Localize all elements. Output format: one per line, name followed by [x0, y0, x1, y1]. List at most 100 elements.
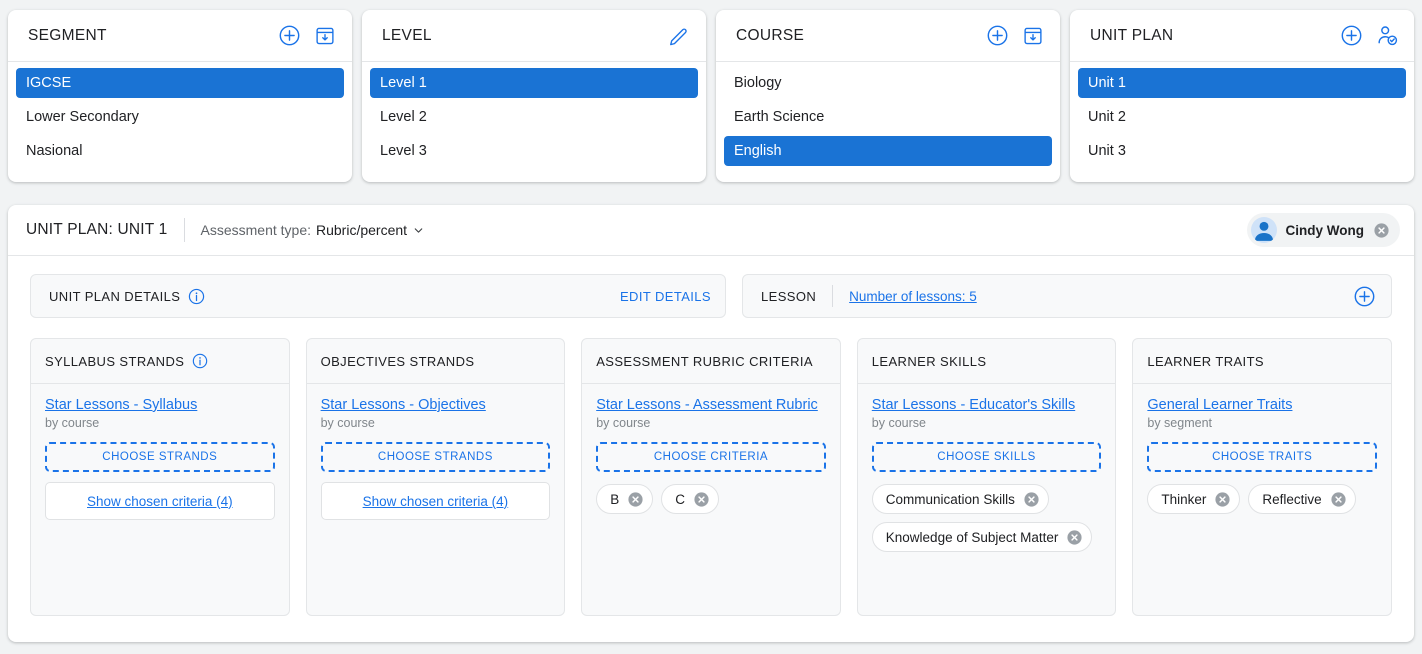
source-scope-label: by segment [1147, 416, 1212, 430]
edit-details-button[interactable]: EDIT DETAILS [620, 289, 711, 304]
criteria-column-title: LEARNER SKILLS [871, 353, 987, 369]
assessment-type-label: Assessment type: [200, 222, 312, 238]
list-item[interactable]: Nasional [16, 136, 344, 166]
chip-label: Knowledge of Subject Matter [885, 529, 1059, 545]
list-item[interactable]: English [724, 136, 1052, 166]
chip: Reflective [1248, 484, 1356, 514]
selector-card-header: UNIT PLAN [1070, 10, 1414, 62]
selector-card-title: UNIT PLAN [1090, 26, 1174, 44]
list-item[interactable]: Level 2 [370, 102, 698, 132]
criteria-column-title: SYLLABUS STRANDS [45, 353, 185, 369]
lesson-bar: LESSON Number of lessons: 5 [742, 274, 1392, 318]
selector-card-title: LEVEL [382, 26, 432, 44]
add-icon[interactable] [1338, 23, 1364, 49]
list-item[interactable]: Level 1 [370, 68, 698, 98]
lesson-divider [832, 285, 834, 307]
chip-label: Communication Skills [885, 491, 1015, 507]
criteria-column-header: OBJECTIVES STRANDS [306, 339, 565, 384]
info-icon[interactable] [192, 353, 208, 369]
unit-plan-details-label: UNIT PLAN DETAILS [49, 288, 181, 304]
close-circle-icon[interactable] [1023, 491, 1040, 508]
list-item[interactable]: Level 3 [370, 136, 698, 166]
source-link[interactable]: General Learner Traits [1147, 396, 1292, 414]
selector-card-list: IGCSE Lower Secondary Nasional [8, 62, 352, 170]
chip: B [596, 484, 654, 514]
choose-button[interactable]: CHOOSE TRAITS [1147, 442, 1377, 472]
list-item[interactable]: Unit 1 [1078, 68, 1406, 98]
assessment-type-dropdown[interactable]: Assessment type: Rubric/percent [185, 222, 426, 238]
lesson-label: LESSON [761, 288, 817, 304]
selector-card-header: LEVEL [362, 10, 706, 62]
close-circle-icon[interactable] [627, 491, 644, 508]
criteria-column-body: Star Lessons - Educator's Skills by cours… [858, 384, 1116, 552]
criteria-column-body: Star Lessons - Objectives by course CHOOSE… [307, 384, 565, 520]
unit-plan-details-bar: UNIT PLAN DETAILS EDIT DETAILS [30, 274, 726, 318]
criteria-column-body: Star Lessons - Syllabus by course CHOOSE S… [31, 384, 289, 520]
selector-card-actions [984, 23, 1046, 49]
criteria-column-header: LEARNER TRAITS [1133, 339, 1391, 384]
selector-card-level: LEVEL Level 1 Level 2 Level 3 [362, 10, 706, 182]
criteria-columns-row: SYLLABUS STRANDS Star Lessons - Syllabus b… [8, 318, 1414, 616]
criteria-column-body: General Learner Traits by segment CHOOSE T… [1133, 384, 1391, 514]
info-icon[interactable] [188, 288, 205, 305]
choose-button[interactable]: CHOOSE STRANDS [320, 442, 551, 472]
selector-card-list: Level 1 Level 2 Level 3 [362, 62, 706, 170]
list-item[interactable]: Unit 3 [1078, 136, 1406, 166]
selector-card-list: Biology Earth Science English [716, 62, 1060, 170]
edit-pencil-icon[interactable] [666, 23, 692, 49]
choose-button[interactable]: CHOOSE SKILLS [871, 442, 1102, 472]
archive-download-icon[interactable] [312, 23, 338, 49]
criteria-column-header: LEARNER SKILLS [857, 339, 1116, 384]
criteria-column-header: ASSESSMENT RUBRIC CRITERIA [582, 339, 840, 384]
source-link[interactable]: Star Lessons - Objectives [321, 396, 486, 414]
selector-card-actions [666, 23, 692, 49]
source-scope-label: by course [320, 416, 375, 430]
source-scope-label: by course [871, 416, 926, 430]
chip: C [661, 484, 719, 514]
selector-card-title: COURSE [736, 26, 805, 44]
choose-button[interactable]: CHOOSE STRANDS [45, 442, 275, 472]
list-item[interactable]: Earth Science [724, 102, 1052, 132]
source-link[interactable]: Star Lessons - Syllabus [45, 396, 197, 414]
criteria-column-title: LEARNER TRAITS [1147, 353, 1264, 369]
close-circle-icon[interactable] [1066, 529, 1083, 546]
source-scope-label: by course [596, 416, 651, 430]
selector-card-actions [276, 23, 338, 49]
list-item[interactable]: Biology [724, 68, 1052, 98]
source-link[interactable]: Star Lessons - Assessment Rubric [596, 396, 818, 414]
archive-download-icon[interactable] [1020, 23, 1046, 49]
source-link[interactable]: Star Lessons - Educator's Skills [872, 396, 1075, 414]
add-icon[interactable] [276, 23, 302, 49]
add-lesson-icon[interactable] [1351, 283, 1377, 309]
selector-card-list: Unit 1 Unit 2 Unit 3 [1070, 62, 1414, 170]
add-icon[interactable] [984, 23, 1010, 49]
app-root: SEGMENT IGCSE Lower Secondary Nasional LEVEL… [0, 0, 1422, 654]
show-chosen-criteria-label: Show chosen criteria (4) [87, 493, 233, 509]
chip-label: Thinker [1161, 491, 1207, 507]
close-circle-icon[interactable] [1214, 491, 1231, 508]
assigned-user-chip[interactable]: Cindy Wong [1246, 213, 1400, 247]
criteria-column-body: Star Lessons - Assessment Rubric by cours… [582, 384, 840, 514]
selector-card-course: COURSE Biology Earth Science English [716, 10, 1060, 182]
chevron-down-icon [412, 224, 425, 237]
list-item[interactable]: Lower Secondary [16, 102, 344, 132]
close-circle-icon[interactable] [1330, 491, 1347, 508]
choose-button[interactable]: CHOOSE CRITERIA [596, 442, 826, 472]
list-item[interactable]: Unit 2 [1078, 102, 1406, 132]
close-circle-icon[interactable] [693, 491, 710, 508]
selected-chips: Communication Skills Knowledge of Subject… [871, 484, 1102, 552]
assessment-type-value: Rubric/percent [316, 222, 408, 238]
chip: Communication Skills [871, 484, 1049, 514]
person-avatar-icon [1250, 217, 1277, 243]
source-scope-label: by course [45, 416, 100, 430]
close-circle-icon[interactable] [1373, 222, 1390, 239]
show-chosen-criteria-button[interactable]: Show chosen criteria (4) [45, 482, 275, 520]
detail-bars-row: UNIT PLAN DETAILS EDIT DETAILS LESSON Nu… [8, 256, 1414, 318]
selector-card-actions [1338, 23, 1400, 49]
selected-chips: BC [596, 484, 826, 514]
show-chosen-criteria-button[interactable]: Show chosen criteria (4) [320, 482, 551, 520]
person-check-icon[interactable] [1374, 23, 1400, 49]
number-of-lessons-link[interactable]: Number of lessons: 5 [849, 289, 977, 304]
list-item[interactable]: IGCSE [16, 68, 344, 98]
selector-card-segment: SEGMENT IGCSE Lower Secondary Nasional [8, 10, 352, 182]
